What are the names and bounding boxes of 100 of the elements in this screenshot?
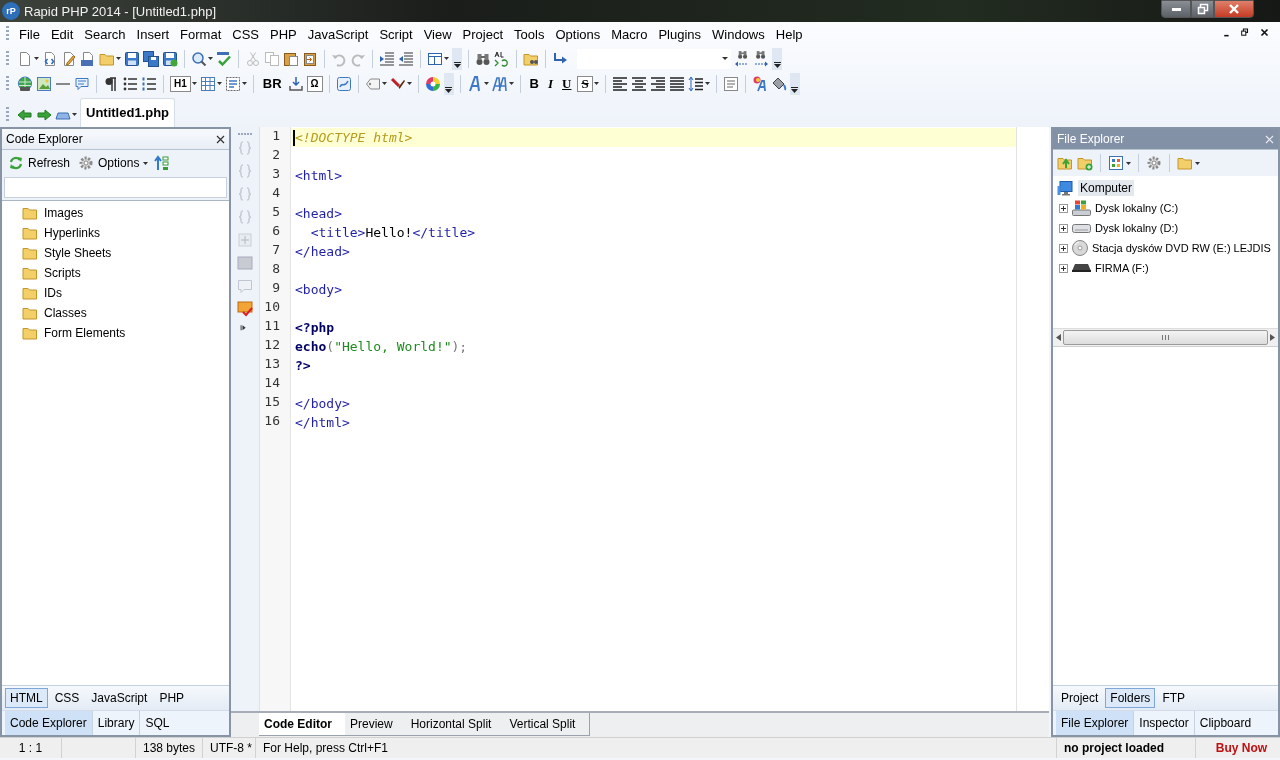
floppy-icon[interactable] <box>124 50 140 67</box>
format-button[interactable]: H1 <box>170 75 191 92</box>
paint-bucket-icon[interactable] <box>770 75 787 92</box>
menu-item[interactable]: Edit <box>45 24 79 44</box>
panel-tab[interactable]: File Explorer <box>1056 711 1135 735</box>
search-field[interactable] <box>4 177 227 198</box>
indent-icon[interactable] <box>379 50 395 67</box>
caret-icon[interactable] <box>381 82 387 85</box>
close-button[interactable] <box>1214 0 1254 18</box>
menu-item[interactable]: PHP <box>265 24 302 44</box>
validate-icon[interactable] <box>237 301 253 317</box>
line-spacing-icon[interactable] <box>687 75 704 92</box>
format-button[interactable]: Ω <box>306 75 323 92</box>
font-icon[interactable] <box>466 75 483 92</box>
edit-page-icon[interactable] <box>61 50 77 67</box>
menu-item[interactable]: Insert <box>131 24 175 44</box>
tree-item[interactable]: IDs <box>44 286 62 300</box>
menu-item[interactable]: Plugins <box>653 24 706 44</box>
align-right-icon[interactable] <box>649 75 666 92</box>
forward-arrow-icon[interactable] <box>36 106 52 123</box>
table-icon[interactable] <box>199 75 216 92</box>
menu-item[interactable]: JavaScript <box>302 24 374 44</box>
align-center-icon[interactable] <box>630 75 647 92</box>
caret-icon[interactable] <box>704 82 710 85</box>
sort-icon[interactable] <box>154 155 171 171</box>
script-icon[interactable] <box>335 75 352 92</box>
caret-icon[interactable] <box>1195 161 1200 165</box>
speech-bubble-icon[interactable] <box>74 75 90 92</box>
view-tab[interactable]: Preview <box>345 713 408 736</box>
format-button[interactable]: I <box>545 73 557 94</box>
buy-link[interactable]: Buy Now <box>1196 738 1280 758</box>
caret-icon[interactable] <box>191 82 197 85</box>
format-button[interactable]: U <box>559 73 575 94</box>
menu-item[interactable]: Script <box>374 24 418 44</box>
tree-item[interactable]: Style Sheets <box>44 246 112 260</box>
spellcheck-icon[interactable] <box>216 50 232 67</box>
code-page-icon[interactable] <box>42 50 58 67</box>
tree-item[interactable]: Form Elements <box>44 326 126 340</box>
close-icon[interactable] <box>216 134 225 144</box>
align-left-icon[interactable] <box>611 75 628 92</box>
caret-icon[interactable] <box>34 57 39 60</box>
expand-icon[interactable] <box>1059 223 1068 233</box>
refresh-button[interactable]: Refresh <box>6 155 73 171</box>
view-tab[interactable]: Code Editor <box>259 713 347 736</box>
minimize-button[interactable] <box>1161 0 1191 18</box>
menu-item[interactable]: File <box>14 24 45 44</box>
tree-item[interactable]: Dysk lokalny (D:) <box>1095 221 1179 235</box>
panel-tab[interactable]: Inspector <box>1134 711 1195 735</box>
source-tab[interactable]: Folders <box>1105 688 1156 708</box>
language-tab[interactable]: PHP <box>154 688 190 708</box>
numbered-list-icon[interactable] <box>141 75 157 92</box>
caret-icon[interactable] <box>208 57 213 60</box>
caret-icon[interactable] <box>72 113 77 116</box>
expand-icon[interactable] <box>1059 263 1068 273</box>
menu-item[interactable]: Tools <box>509 24 550 44</box>
panel-tab[interactable]: Code Explorer <box>5 711 93 735</box>
tree-item[interactable]: Stacja dysków DVD RW (E:) LEJDIS <box>1092 241 1271 255</box>
toolbar-overflow-icon[interactable] <box>443 72 454 95</box>
menu-item[interactable]: Options <box>550 24 606 44</box>
format-button[interactable]: BR <box>259 73 285 94</box>
image-icon[interactable] <box>36 75 52 92</box>
search-icon[interactable] <box>191 50 207 67</box>
source-tab[interactable]: Project <box>1056 688 1104 708</box>
caret-icon[interactable] <box>241 82 247 85</box>
form-icon[interactable] <box>224 75 241 92</box>
justify-icon[interactable] <box>668 75 685 92</box>
panel-tab[interactable]: Clipboard <box>1194 711 1257 735</box>
menu-item[interactable]: Macro <box>606 24 653 44</box>
insert-icon[interactable] <box>287 75 304 92</box>
caret-icon[interactable] <box>406 82 412 85</box>
language-tab[interactable]: HTML <box>5 688 48 708</box>
toolbar-overflow-icon[interactable] <box>772 47 782 70</box>
document-tab[interactable]: Untitled1.php <box>80 98 176 127</box>
tree-item[interactable]: Images <box>44 206 84 220</box>
format-button[interactable]: S <box>577 75 593 92</box>
tree-item[interactable]: Classes <box>44 306 87 320</box>
menu-item[interactable]: Project <box>457 24 509 44</box>
font-style-icon[interactable] <box>491 75 508 92</box>
view-tab[interactable]: Horizontal Split <box>405 713 507 736</box>
caret-icon[interactable] <box>444 57 449 60</box>
horizontal-scrollbar[interactable] <box>1053 328 1278 346</box>
caret-icon[interactable] <box>116 57 121 60</box>
tree-item[interactable]: Hyperlinks <box>44 226 100 240</box>
save-upload-icon[interactable] <box>162 50 178 67</box>
replace-icon[interactable] <box>494 50 510 67</box>
toolbar-overflow-icon[interactable] <box>452 47 462 70</box>
scroll-left-icon[interactable] <box>1056 334 1061 341</box>
menu-item[interactable]: Windows <box>707 24 770 44</box>
expand-icon[interactable] <box>1059 243 1068 253</box>
new-folder-icon[interactable] <box>1077 155 1093 171</box>
layout-icon[interactable] <box>427 50 443 67</box>
tree-item[interactable]: Komputer <box>1078 180 1135 196</box>
block-icon[interactable] <box>722 75 739 92</box>
save-all-icon[interactable] <box>143 50 159 67</box>
menu-item[interactable]: View <box>418 24 457 44</box>
paragraph-icon[interactable] <box>103 75 119 92</box>
view-tab[interactable]: Vertical Split <box>504 713 591 736</box>
menu-item[interactable]: Help <box>770 24 808 44</box>
menu-item[interactable]: CSS <box>227 24 264 44</box>
outdent-icon[interactable] <box>398 50 414 67</box>
